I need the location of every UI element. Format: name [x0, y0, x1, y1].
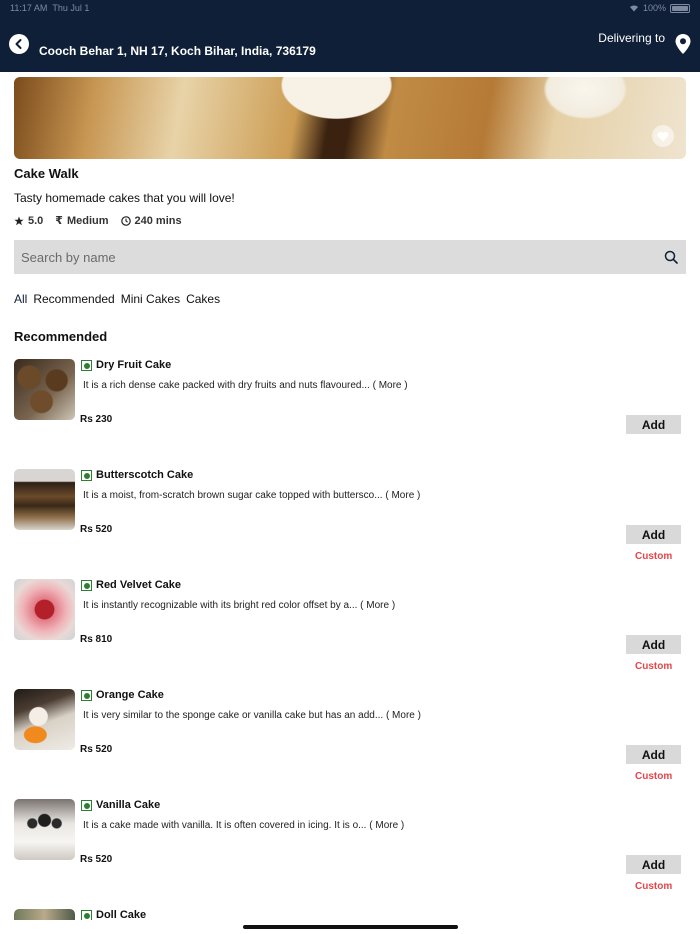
- tab-all[interactable]: All: [14, 292, 27, 306]
- rupee-icon: ₹: [55, 215, 63, 227]
- price-range: ₹ Medium: [55, 214, 109, 228]
- status-time: 11:17 AM Thu Jul 1: [10, 3, 90, 13]
- restaurant-tagline: Tasty homemade cakes that you will love!: [14, 191, 235, 205]
- veg-indicator-icon: [81, 690, 92, 701]
- menu-item: Butterscotch Cake It is a moist, from-sc…: [14, 469, 686, 579]
- item-description: It is very similar to the sponge cake or…: [83, 710, 421, 721]
- item-image: [14, 469, 75, 530]
- restaurant-meta: 5.0 ₹ Medium 240 mins: [14, 214, 182, 227]
- custom-link[interactable]: Custom: [635, 661, 672, 672]
- battery-icon: [670, 3, 690, 13]
- custom-link[interactable]: Custom: [635, 881, 672, 892]
- item-price: Rs 810: [80, 634, 113, 645]
- tab-recommended[interactable]: Recommended: [33, 292, 114, 306]
- add-button[interactable]: Add: [626, 635, 681, 654]
- back-button[interactable]: [9, 34, 29, 54]
- more-link[interactable]: ( More ): [360, 600, 395, 611]
- item-image: [14, 689, 75, 750]
- veg-indicator-icon: [81, 800, 92, 811]
- item-price: Rs 520: [80, 854, 113, 865]
- star-icon: [14, 216, 24, 225]
- menu-item: Vanilla Cake It is a cake made with vani…: [14, 799, 686, 909]
- search-bar: [14, 240, 686, 274]
- top-header: 11:17 AM Thu Jul 1 100% Cooch Behar 1, N…: [0, 0, 700, 72]
- item-price: Rs 520: [80, 524, 113, 535]
- delivering-to-label: Delivering to: [598, 31, 665, 45]
- more-link[interactable]: ( More ): [385, 490, 420, 501]
- tab-cakes[interactable]: Cakes: [186, 292, 220, 306]
- battery-percent: 100%: [642, 3, 666, 13]
- item-image: [14, 579, 75, 640]
- status-bar: 11:17 AM Thu Jul 1 100%: [10, 3, 690, 15]
- section-title: Recommended: [14, 329, 108, 344]
- item-description: It is instantly recognizable with its br…: [83, 600, 396, 611]
- favorite-button[interactable]: [652, 125, 674, 147]
- item-name: Red Velvet Cake: [96, 579, 181, 591]
- item-name: Orange Cake: [96, 689, 164, 701]
- custom-link[interactable]: Custom: [635, 551, 672, 562]
- item-price: Rs 520: [80, 744, 113, 755]
- restaurant-banner-image: [14, 77, 686, 159]
- item-description: It is a rich dense cake packed with dry …: [83, 380, 408, 391]
- add-button[interactable]: Add: [626, 415, 681, 434]
- veg-indicator-icon: [81, 360, 92, 371]
- item-image: [14, 799, 75, 860]
- more-link[interactable]: ( More ): [386, 710, 421, 721]
- delivery-time-value: 240 mins: [134, 214, 182, 227]
- home-indicator[interactable]: [243, 925, 458, 929]
- heart-icon: [657, 131, 669, 141]
- menu-item: Dry Fruit Cake It is a rich dense cake p…: [14, 359, 686, 469]
- location-pin-icon[interactable]: [674, 33, 692, 55]
- item-description: It is a cake made with vanilla. It is of…: [83, 820, 405, 831]
- item-image: [14, 909, 75, 920]
- more-link[interactable]: ( More ): [369, 820, 404, 831]
- delivery-time: 240 mins: [120, 214, 182, 227]
- add-button[interactable]: Add: [626, 745, 681, 764]
- search-input[interactable]: [14, 240, 686, 274]
- status-indicators: 100%: [629, 3, 690, 13]
- clock-icon: [120, 215, 131, 226]
- wifi-icon: [629, 5, 638, 12]
- category-tabs: All Recommended Mini Cakes Cakes: [14, 292, 220, 306]
- rating-value: 5.0: [28, 214, 44, 227]
- veg-indicator-icon: [81, 470, 92, 481]
- restaurant-name: Cake Walk: [14, 166, 79, 181]
- rating: 5.0: [14, 214, 43, 227]
- add-button[interactable]: Add: [626, 855, 681, 874]
- search-icon[interactable]: [664, 250, 678, 264]
- item-name: Doll Cake: [96, 909, 147, 920]
- tab-mini-cakes[interactable]: Mini Cakes: [121, 292, 180, 306]
- item-name: Dry Fruit Cake: [96, 359, 172, 371]
- item-name: Butterscotch Cake: [96, 469, 194, 481]
- menu-item: Red Velvet Cake It is instantly recogniz…: [14, 579, 686, 689]
- item-description: It is a moist, from-scratch brown sugar …: [83, 490, 421, 501]
- custom-link[interactable]: Custom: [635, 771, 672, 782]
- veg-indicator-icon: [81, 910, 92, 920]
- veg-indicator-icon: [81, 580, 92, 591]
- price-range-value: Medium: [66, 214, 109, 227]
- item-image: [14, 359, 75, 420]
- menu-item: Orange Cake It is very similar to the sp…: [14, 689, 686, 799]
- item-price: Rs 230: [80, 414, 113, 425]
- item-name: Vanilla Cake: [96, 799, 161, 811]
- delivery-address[interactable]: Cooch Behar 1, NH 17, Koch Bihar, India,…: [39, 44, 316, 58]
- more-link[interactable]: ( More ): [373, 380, 408, 391]
- add-button[interactable]: Add: [626, 525, 681, 544]
- menu-item: Doll Cake: [14, 909, 686, 920]
- chevron-left-icon: [15, 39, 22, 49]
